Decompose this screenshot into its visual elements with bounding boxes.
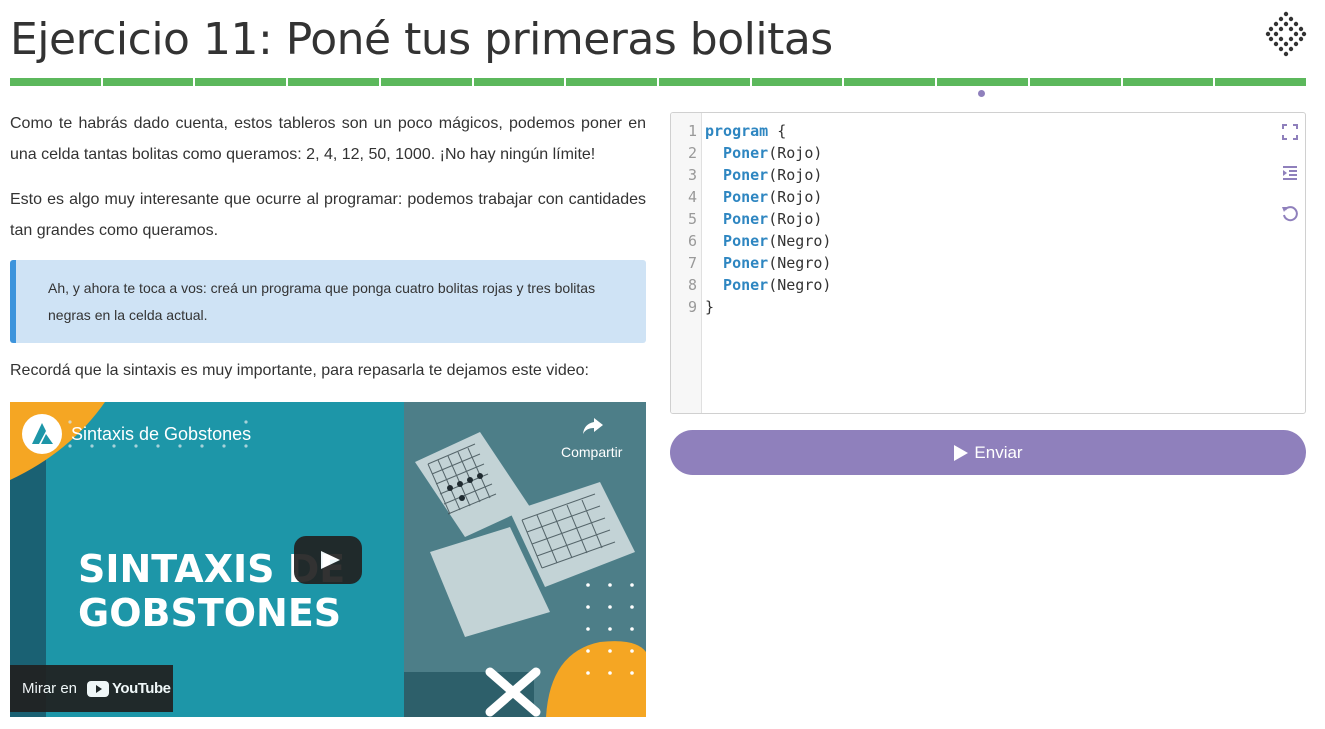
progress-segment[interactable] [102,78,194,86]
progress-segment[interactable] [473,78,565,86]
code-text: Poner(Rojo) [705,186,822,208]
video-title[interactable]: Sintaxis de Gobstones [71,424,251,445]
progress-segment[interactable] [195,78,287,86]
youtube-label: YouTube [112,680,171,697]
line-number: 7 [687,254,697,272]
video-intro-paragraph: Recordá que la sintaxis es muy important… [10,362,589,379]
code-text: Poner(Rojo) [705,208,822,230]
line-number: 3 [687,166,697,184]
code-keyword: Poner [705,210,769,228]
share-label[interactable]: Compartir [561,444,622,460]
code-line[interactable]: 5 Poner(Rojo) [671,208,1305,230]
progress-segment[interactable] [10,78,101,86]
current-exercise-dot [978,90,985,97]
progress-segment[interactable] [380,78,472,86]
progress-segment[interactable] [659,78,750,86]
code-rest: (Rojo) [768,210,823,228]
code-keyword: Poner [705,166,769,184]
code-line[interactable]: 8 Poner(Negro) [671,274,1305,296]
exercise-description: Como te habrás dado cuenta, estos tabler… [10,108,646,400]
channel-logo-icon [32,423,53,444]
task-callout: Ah, y ahora te toca a vos: creá un progr… [10,260,646,343]
code-text: program { [705,120,786,142]
code-text: Poner(Rojo) [705,164,822,186]
description-paragraph: Esto es algo muy interesante que ocurre … [10,191,646,239]
code-rest: (Negro) [768,232,832,250]
code-keyword: program [705,122,769,140]
progress-segment[interactable] [751,78,843,86]
channel-avatar[interactable] [22,414,62,454]
line-number: 9 [687,298,697,316]
code-keyword: Poner [705,188,769,206]
play-icon [321,551,340,569]
code-line[interactable]: 9} [671,296,1305,318]
code-line[interactable]: 3 Poner(Rojo) [671,164,1305,186]
code-line[interactable]: 2 Poner(Rojo) [671,142,1305,164]
code-editor[interactable]: 1 program {2 Poner(Rojo) 3 Poner(Rojo) 4 Po… [670,112,1306,414]
play-button[interactable] [294,536,362,584]
line-number: 4 [687,188,697,206]
page-title: Ejercicio 11: Poné tus primeras bolitas [10,14,833,65]
line-number: 1 [687,122,697,140]
description-paragraph: Como te habrás dado cuenta, estos tabler… [10,115,646,163]
progress-segment[interactable] [566,78,658,86]
line-number: 2 [687,144,697,162]
thumbnail-line2: GOBSTONES [78,591,341,635]
watch-on-label: Mirar en [22,680,78,697]
code-rest: (Rojo) [768,166,823,184]
code-keyword: Poner [705,144,769,162]
code-text: } [705,296,714,318]
youtube-logo-icon [87,680,110,697]
code-rest: { [768,122,787,140]
progress-segment[interactable] [288,78,379,86]
watch-on-youtube-button[interactable]: Mirar en YouTube [10,665,173,712]
exercise-progress-bar [10,78,1307,86]
code-text: Poner(Negro) [705,274,831,296]
code-line[interactable]: 7 Poner(Negro) [671,252,1305,274]
line-number: 6 [687,232,697,250]
line-number: 5 [687,210,697,228]
code-rest: (Rojo) [768,144,823,162]
line-number: 8 [687,276,697,294]
code-keyword: Poner [705,254,769,272]
youtube-video-embed[interactable]: SINTAXIS DE GOBSTONES Sintaxis de Gobsto… [10,402,646,717]
progress-segment[interactable] [844,78,936,86]
progress-segment[interactable] [1122,78,1214,86]
code-text: Poner(Negro) [705,252,831,274]
mumuki-logo[interactable] [1264,10,1308,58]
code-keyword: Poner [705,232,769,250]
code-rest: (Rojo) [768,188,823,206]
submit-button[interactable]: Enviar [670,430,1306,475]
progress-segment[interactable] [937,78,1028,86]
share-icon[interactable] [582,416,604,436]
code-keyword: Poner [705,276,769,294]
play-icon [954,444,969,461]
code-rest: (Negro) [768,254,832,272]
code-text: Poner(Negro) [705,230,831,252]
code-text: Poner(Rojo) [705,142,822,164]
submit-label: Enviar [974,442,1023,462]
progress-segment[interactable] [1215,78,1307,86]
code-line[interactable]: 1 program { [671,120,1305,142]
code-rest: } [705,298,715,316]
code-line[interactable]: 4 Poner(Rojo) [671,186,1305,208]
code-line[interactable]: 6 Poner(Negro) [671,230,1305,252]
progress-segment[interactable] [1029,78,1121,86]
code-rest: (Negro) [768,276,832,294]
